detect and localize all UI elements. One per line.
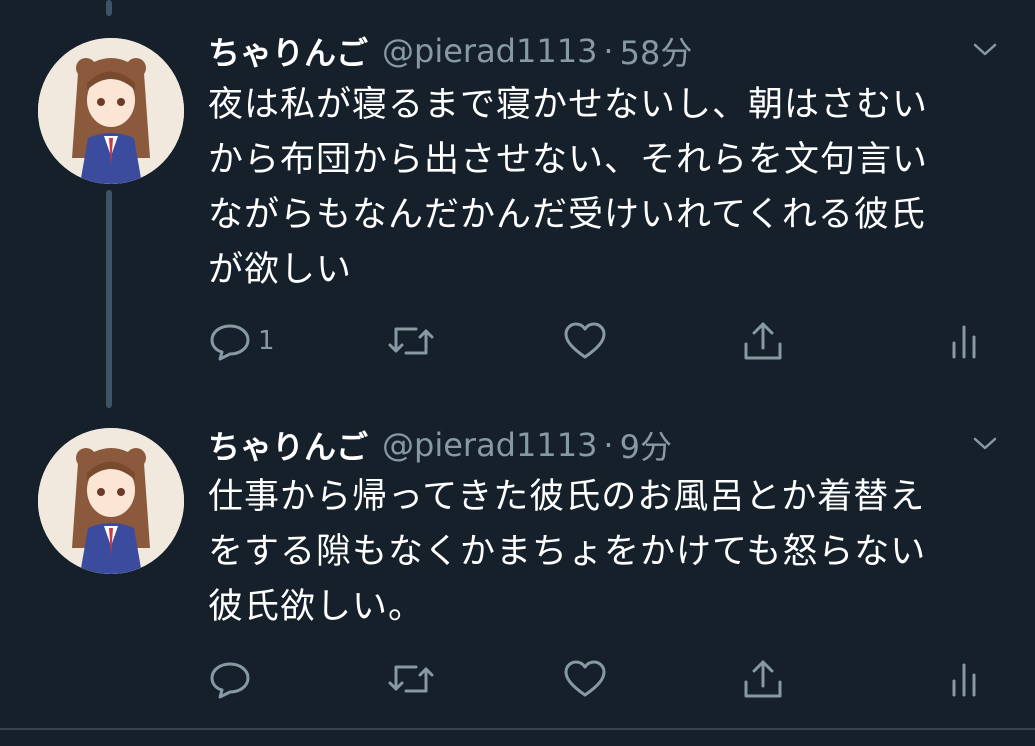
share-button[interactable]: [740, 316, 786, 366]
more-options-button[interactable]: [960, 424, 1010, 464]
retweet-button[interactable]: [386, 316, 436, 366]
analytics-button[interactable]: [948, 654, 984, 704]
reply-button[interactable]: 1: [206, 316, 275, 366]
tweet-text-line: 彼氏欲しい。: [208, 587, 425, 627]
tweet-text-line: をする隙もなくかまちょをかけても怒らない: [208, 532, 927, 572]
reply-button[interactable]: [206, 654, 258, 704]
tweet-text-line: が欲しい: [208, 250, 353, 290]
tweet-text-line: ながらもなんだかんだ受けいれてくれる彼氏: [208, 195, 926, 235]
retweet-icon: [388, 665, 434, 693]
timestamp[interactable]: 58分: [620, 28, 693, 74]
tweet-text-line: 仕事から帰ってきた彼氏のお風呂とか着替え: [208, 477, 926, 517]
reply-count: 1: [258, 326, 275, 356]
avatar[interactable]: [38, 428, 184, 574]
like-button[interactable]: [562, 316, 608, 366]
chevron-down-icon: [973, 437, 997, 450]
tweet-header: ちゃりんご @pierad1113 · 58分: [208, 26, 692, 76]
separator-dot: ·: [603, 426, 614, 464]
analytics-icon: [952, 663, 976, 697]
share-icon: [744, 660, 782, 698]
tweet-actions: 1: [200, 316, 1010, 366]
user-handle[interactable]: @pierad1113: [382, 32, 597, 70]
analytics-button[interactable]: [948, 316, 984, 366]
tweet-text-line: 夜は私が寝るまで寝かせないし、朝はさむい: [208, 85, 929, 125]
tweet-text-line: から布団から出させない、それらを文句言い: [208, 140, 929, 180]
chevron-down-icon: [973, 43, 997, 56]
avatar-illustration: [38, 428, 184, 574]
reply-icon: [210, 662, 250, 699]
tweet-header: ちゃりんご @pierad1113 · 9分: [208, 420, 672, 470]
display-name[interactable]: ちゃりんご: [208, 28, 368, 74]
tweet-divider: [0, 728, 1035, 730]
tweet[interactable]: ちゃりんご @pierad1113 · 58分 夜は私が寝るまで寝かせないし、朝…: [0, 0, 1035, 400]
like-icon: [564, 660, 606, 697]
like-icon: [564, 322, 606, 359]
retweet-button[interactable]: [386, 654, 436, 704]
avatar-illustration: [38, 38, 184, 184]
reply-icon: [210, 324, 250, 361]
tweet-text: 仕事から帰ってきた彼氏のお風呂とか着替え をする隙もなくかまちょをかけても怒らな…: [208, 470, 998, 635]
display-name[interactable]: ちゃりんご: [208, 422, 368, 468]
tweet-actions: [200, 654, 1010, 704]
timestamp[interactable]: 9分: [620, 422, 672, 468]
tweet[interactable]: ちゃりんご @pierad1113 · 9分 仕事から帰ってきた彼氏のお風呂とか…: [0, 400, 1035, 728]
analytics-icon: [952, 325, 976, 359]
user-handle[interactable]: @pierad1113: [382, 426, 597, 464]
more-options-button[interactable]: [960, 30, 1010, 70]
share-icon: [744, 322, 782, 360]
tweet-text: 夜は私が寝るまで寝かせないし、朝はさむい から布団から出させない、それらを文句言…: [208, 78, 998, 298]
like-button[interactable]: [562, 654, 608, 704]
retweet-icon: [388, 327, 434, 355]
share-button[interactable]: [740, 654, 786, 704]
avatar[interactable]: [38, 38, 184, 184]
separator-dot: ·: [603, 32, 614, 70]
